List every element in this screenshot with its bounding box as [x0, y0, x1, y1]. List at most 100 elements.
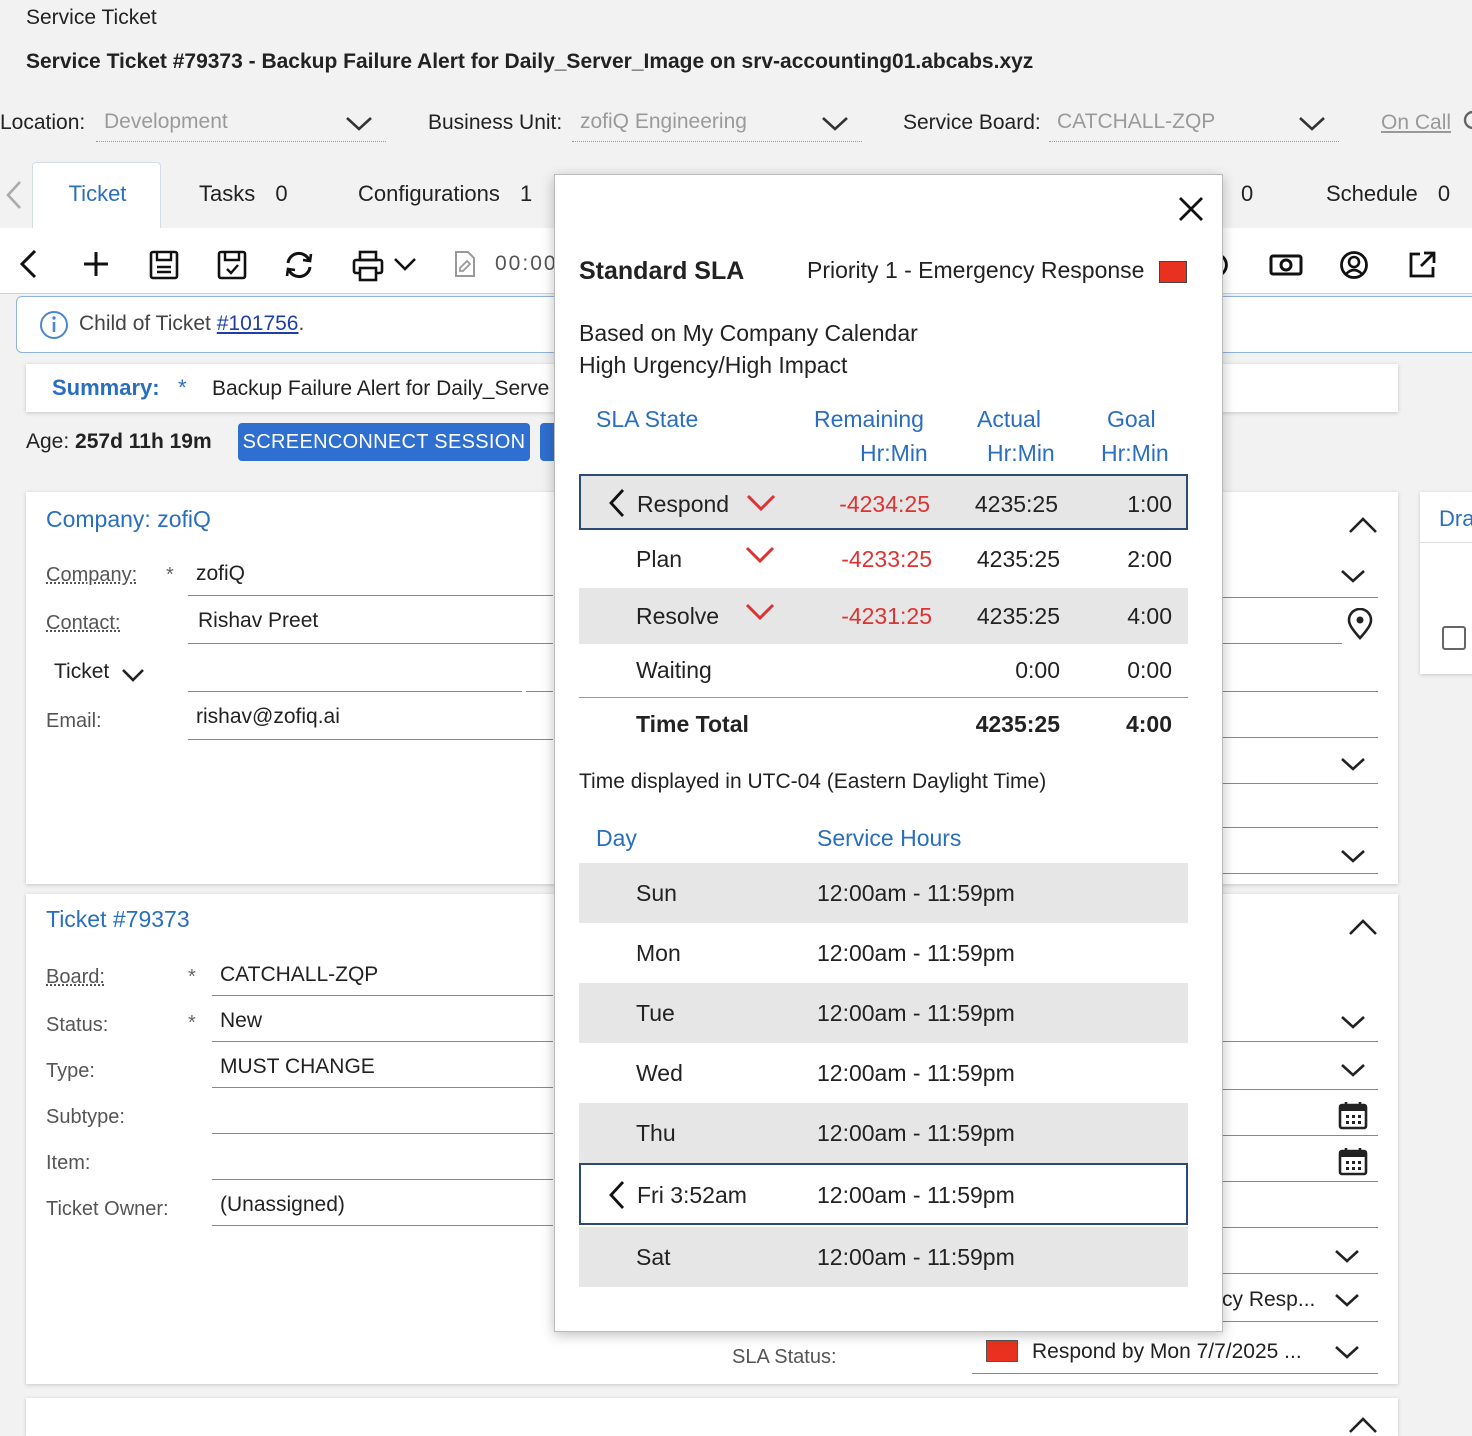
item-label: Item: — [46, 1152, 91, 1174]
right-field-4[interactable] — [1222, 788, 1378, 828]
print-icon[interactable] — [352, 250, 384, 282]
hours-range: 12:00am - 11:59pm — [817, 1060, 1015, 1086]
chevron-down-icon — [1335, 1346, 1359, 1359]
service-board-select[interactable]: CATCHALL-ZQP — [1049, 106, 1339, 142]
tab-tasks[interactable]: Tasks 0 — [199, 160, 288, 228]
close-icon[interactable] — [1177, 195, 1205, 223]
user-circle-icon[interactable] — [1339, 250, 1369, 280]
status-field[interactable]: New — [212, 1002, 553, 1042]
col-actual: Actual — [977, 406, 1041, 432]
chevron-up-icon[interactable] — [1346, 916, 1380, 938]
save-icon[interactable] — [149, 250, 179, 280]
hours-row-sat: Sat 12:00am - 11:59pm — [579, 1227, 1188, 1287]
business-unit-select[interactable]: zofiQ Engineering — [572, 106, 862, 142]
item-field[interactable] — [212, 1140, 553, 1180]
summary-input[interactable]: Backup Failure Alert for Daily_Serve — [212, 377, 549, 401]
contact-field[interactable]: Rishav Preet — [188, 602, 553, 644]
board-label[interactable]: Board: — [46, 966, 105, 989]
location-select[interactable]: Development — [96, 106, 386, 142]
tab-ticket[interactable]: Ticket — [32, 162, 161, 230]
right-field-5[interactable] — [1222, 832, 1378, 874]
board-field[interactable]: CATCHALL-ZQP — [212, 956, 553, 996]
sla-status-value: Respond by Mon 7/7/2025 ... — [1032, 1340, 1302, 1363]
right-field-1[interactable] — [1222, 650, 1378, 692]
chevron-up-icon[interactable] — [1346, 1414, 1380, 1436]
col-sla-state: SLA State — [596, 406, 699, 432]
sla-state-name: Resolve — [636, 603, 720, 629]
priority-field[interactable]: cy Resp... — [1222, 1276, 1378, 1322]
ticket-dropdown-label: Ticket — [54, 660, 110, 683]
right-side-panel: Dra — [1420, 492, 1472, 674]
service-board-value: CATCHALL-ZQP — [1057, 110, 1216, 133]
open-external-icon[interactable] — [1407, 250, 1437, 280]
on-call-link[interactable]: On Call — [1381, 111, 1451, 135]
chevron-left-icon[interactable] — [607, 487, 627, 519]
add-icon[interactable] — [82, 250, 110, 278]
subtype-field[interactable] — [212, 1094, 553, 1134]
priority-color-swatch — [1159, 261, 1187, 283]
chevron-left-icon[interactable] — [607, 1179, 627, 1211]
ticket-ext-field[interactable] — [526, 650, 553, 692]
company-label[interactable]: Company: — [46, 564, 137, 587]
chevron-down-icon[interactable] — [744, 601, 776, 623]
ticket-dropdown[interactable]: Ticket — [54, 660, 154, 690]
chevron-down-icon[interactable] — [745, 492, 777, 514]
ticket-panel-header[interactable]: Ticket #79373 — [46, 906, 190, 933]
subtype-label: Subtype: — [46, 1106, 125, 1128]
expense-icon[interactable] — [1269, 252, 1303, 278]
right-field-6[interactable] — [1222, 1000, 1378, 1042]
tab-configurations[interactable]: Configurations 1 — [358, 160, 532, 228]
col-service-hours: Service Hours — [817, 825, 962, 851]
age-value: 257d 11h 19m — [75, 430, 212, 453]
col-actual-unit: Hr:Min — [987, 440, 1055, 466]
right-field-2[interactable] — [1222, 696, 1378, 738]
right-field-8[interactable] — [1222, 1092, 1378, 1136]
hours-row-sun: Sun 12:00am - 11:59pm — [579, 863, 1188, 923]
ticket-owner-field[interactable]: (Unassigned) — [212, 1186, 553, 1226]
refresh-icon[interactable] — [283, 250, 315, 280]
company-field[interactable]: zofiQ — [188, 556, 553, 596]
location-pin-icon[interactable] — [1346, 608, 1374, 640]
chevron-up-icon[interactable] — [1346, 514, 1380, 536]
company-panel-header[interactable]: Company: zofiQ — [46, 506, 211, 533]
hours-row-fri[interactable]: Fri 3:52am 12:00am - 11:59pm — [579, 1163, 1188, 1225]
tab-tasks-label: Tasks — [199, 181, 256, 206]
tab-schedule[interactable]: Schedule 0 — [1326, 160, 1450, 228]
right-panel-checkbox[interactable] — [1442, 626, 1466, 650]
search-icon[interactable] — [1462, 110, 1472, 134]
company-site-field[interactable] — [1222, 556, 1378, 598]
sla-goal: 4:00 — [1127, 603, 1172, 629]
ticket-phone-field[interactable] — [188, 650, 522, 692]
sla-status-field[interactable]: Respond by Mon 7/7/2025 ... — [972, 1330, 1378, 1374]
save-close-icon[interactable] — [217, 250, 247, 280]
hours-row-thu: Thu 12:00am - 11:59pm — [579, 1103, 1188, 1163]
chevron-down-icon[interactable] — [744, 544, 776, 566]
type-field[interactable]: MUST CHANGE — [212, 1048, 553, 1088]
notice-prefix: Child of Ticket — [79, 312, 217, 335]
back-icon[interactable] — [16, 248, 40, 280]
tab-hidden-count[interactable]: 0 — [1241, 160, 1253, 228]
type-value: MUST CHANGE — [220, 1055, 375, 1078]
sla-row-respond[interactable]: Respond -4234:25 4235:25 1:00 — [579, 474, 1188, 530]
address-field[interactable] — [1222, 602, 1342, 644]
age-info: Age: 257d 11h 19m — [26, 430, 212, 454]
chevron-down-icon — [122, 669, 144, 682]
chevron-left-icon[interactable] — [4, 180, 24, 210]
sla-actual: 4235:25 — [976, 603, 1060, 629]
right-field-3[interactable] — [1222, 742, 1378, 784]
screenconnect-button[interactable]: SCREENCONNECT SESSION — [238, 423, 530, 461]
chevron-down-icon — [1299, 117, 1325, 131]
email-field[interactable]: rishav@zofiq.ai — [188, 698, 553, 740]
notes-icon[interactable] — [453, 250, 477, 278]
right-field-9[interactable] — [1222, 1138, 1378, 1182]
right-field-10[interactable] — [1222, 1184, 1378, 1228]
parent-ticket-link[interactable]: #101756 — [217, 312, 299, 335]
contact-label[interactable]: Contact: — [46, 612, 120, 635]
right-field-11[interactable] — [1222, 1230, 1378, 1274]
chevron-down-icon[interactable] — [392, 256, 418, 274]
right-field-7[interactable] — [1222, 1046, 1378, 1090]
sla-row-resolve[interactable]: Resolve -4231:25 4235:25 4:00 — [579, 588, 1188, 644]
sla-row-plan[interactable]: Plan -4233:25 4235:25 2:00 — [579, 531, 1188, 587]
col-remaining: Remaining — [814, 406, 924, 432]
hours-range: 12:00am - 11:59pm — [817, 1000, 1015, 1026]
